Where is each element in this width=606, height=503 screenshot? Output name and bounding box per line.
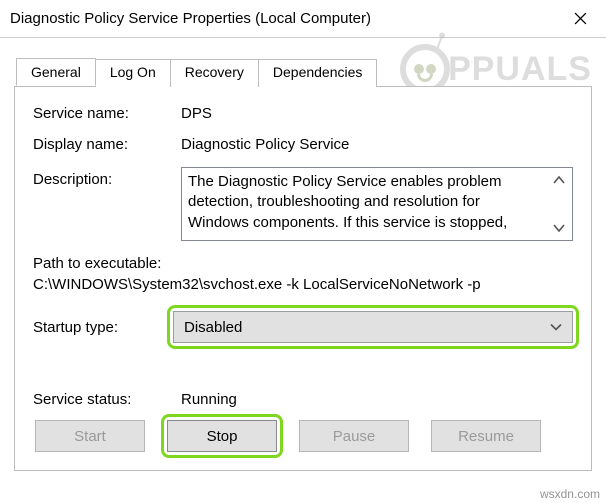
titlebar: Diagnostic Policy Service Properties (Lo… bbox=[0, 0, 606, 38]
description-scrollbar bbox=[546, 168, 572, 240]
start-button[interactable]: Start bbox=[35, 420, 145, 452]
window-title: Diagnostic Policy Service Properties (Lo… bbox=[10, 10, 554, 27]
scroll-down-icon[interactable] bbox=[553, 224, 565, 232]
description-text[interactable]: The Diagnostic Policy Service enables pr… bbox=[182, 168, 546, 240]
service-status-label: Service status: bbox=[33, 391, 181, 408]
description-label: Description: bbox=[33, 167, 181, 188]
tab-recovery[interactable]: Recovery bbox=[170, 59, 259, 87]
path-to-exe-label: Path to executable: bbox=[33, 255, 573, 272]
startup-type-label: Startup type: bbox=[33, 319, 173, 336]
display-name-value: Diagnostic Policy Service bbox=[181, 136, 573, 153]
description-box: The Diagnostic Policy Service enables pr… bbox=[181, 167, 573, 241]
display-name-label: Display name: bbox=[33, 136, 181, 153]
tab-panel-general: Service name: DPS Display name: Diagnost… bbox=[14, 86, 592, 471]
tab-dependencies[interactable]: Dependencies bbox=[258, 59, 378, 87]
stop-button[interactable]: Stop bbox=[167, 420, 277, 452]
startup-type-value: Disabled bbox=[184, 319, 242, 336]
tab-general[interactable]: General bbox=[16, 58, 96, 86]
service-control-buttons: Start Stop Pause Resume bbox=[33, 420, 573, 452]
close-icon bbox=[574, 12, 587, 25]
service-status-value: Running bbox=[181, 391, 237, 408]
tab-bar: General Log On Recovery Dependencies bbox=[16, 58, 592, 86]
chevron-down-icon bbox=[550, 319, 562, 336]
service-name-value: DPS bbox=[181, 105, 573, 122]
scroll-up-icon[interactable] bbox=[553, 176, 565, 184]
resume-button[interactable]: Resume bbox=[431, 420, 541, 452]
tab-log-on[interactable]: Log On bbox=[95, 59, 171, 87]
path-to-exe-value: C:\WINDOWS\System32\svchost.exe -k Local… bbox=[33, 276, 573, 293]
close-button[interactable] bbox=[554, 0, 606, 37]
service-name-label: Service name: bbox=[33, 105, 181, 122]
startup-type-combobox[interactable]: Disabled bbox=[173, 311, 573, 343]
site-watermark: wsxdn.com bbox=[540, 487, 600, 501]
pause-button[interactable]: Pause bbox=[299, 420, 409, 452]
